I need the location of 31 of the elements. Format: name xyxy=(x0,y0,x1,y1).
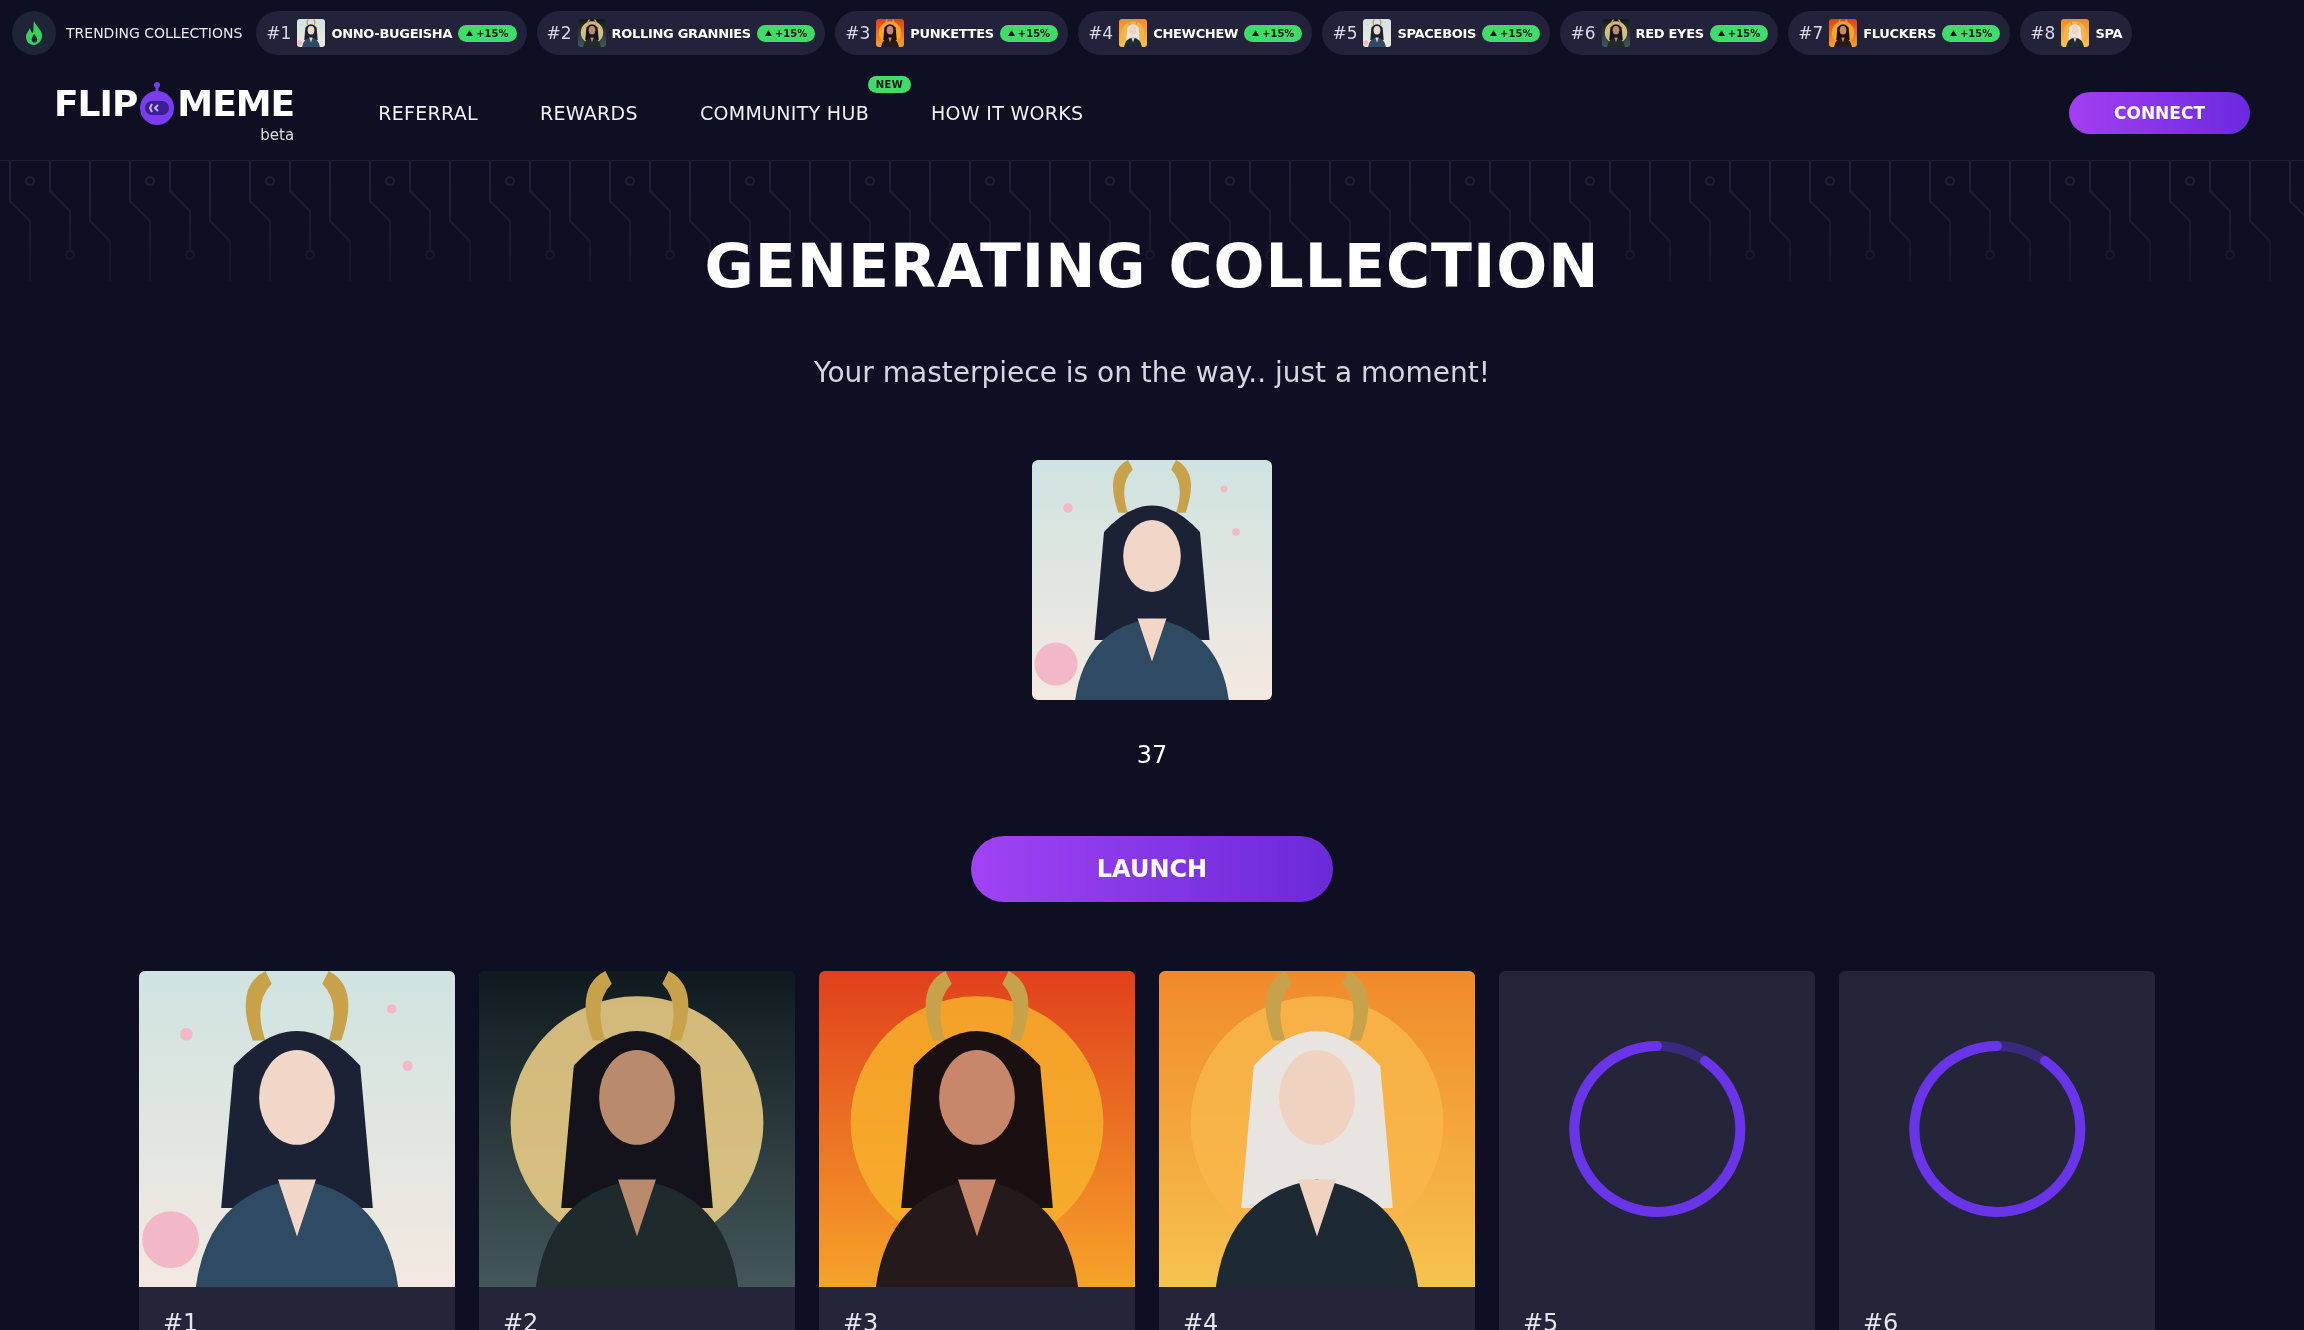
change-badge: +15% xyxy=(999,24,1059,42)
trending-collection-chip[interactable]: #1 ONNO-BUGEISHA +15% xyxy=(256,11,527,55)
trending-collection-chip[interactable]: #6 RED EYES +15% xyxy=(1560,11,1779,55)
trending-collection-chip[interactable]: #5 SPACEBOIS +15% xyxy=(1322,11,1551,55)
launch-button[interactable]: LAUNCH xyxy=(971,836,1333,902)
nav-link[interactable]: REWARDS xyxy=(539,102,638,124)
change-badge: +15% xyxy=(1942,24,2001,42)
loading-spinner-icon xyxy=(1907,1039,2087,1219)
trending-collection-chip[interactable]: #3 PUNKETTES +15% xyxy=(835,11,1069,55)
beta-label: beta xyxy=(260,126,295,144)
page-title: GENERATING COLLECTION xyxy=(704,230,1600,302)
trending-collection-chip[interactable]: #7 FLUCKERS +15% xyxy=(1788,11,2011,55)
change-badge: +15% xyxy=(1709,24,1769,42)
connect-button[interactable]: CONNECT xyxy=(2069,92,2250,134)
logo-text: MEME xyxy=(177,86,295,122)
change-badge: +15% xyxy=(458,24,517,42)
loading-spinner-icon xyxy=(1567,1039,1747,1219)
flame-icon xyxy=(23,20,45,46)
change-badge: +15% xyxy=(1244,24,1303,42)
nav-link[interactable]: REFERRAL xyxy=(378,102,478,124)
change-badge: +15% xyxy=(756,24,816,42)
nav-link[interactable]: HOW IT WORKS xyxy=(931,102,1084,124)
counter: 37 xyxy=(1136,740,1168,770)
subtitle: Your masterpiece is on the way.. just a moment! xyxy=(814,356,1490,389)
trending-collection-chip[interactable]: #4 CHEWCHEW +15% xyxy=(1078,11,1313,55)
trending-collection-chip[interactable]: #8 SPA xyxy=(2020,11,2133,55)
logo-text: FLIP xyxy=(54,86,138,122)
change-badge: +15% xyxy=(1482,24,1541,42)
trending-label: TRENDING COLLECTIONS xyxy=(66,25,243,41)
trending-collection-chip[interactable]: #2 ROLLING GRANNIES +15% xyxy=(536,11,826,55)
new-badge: NEW xyxy=(867,76,911,93)
